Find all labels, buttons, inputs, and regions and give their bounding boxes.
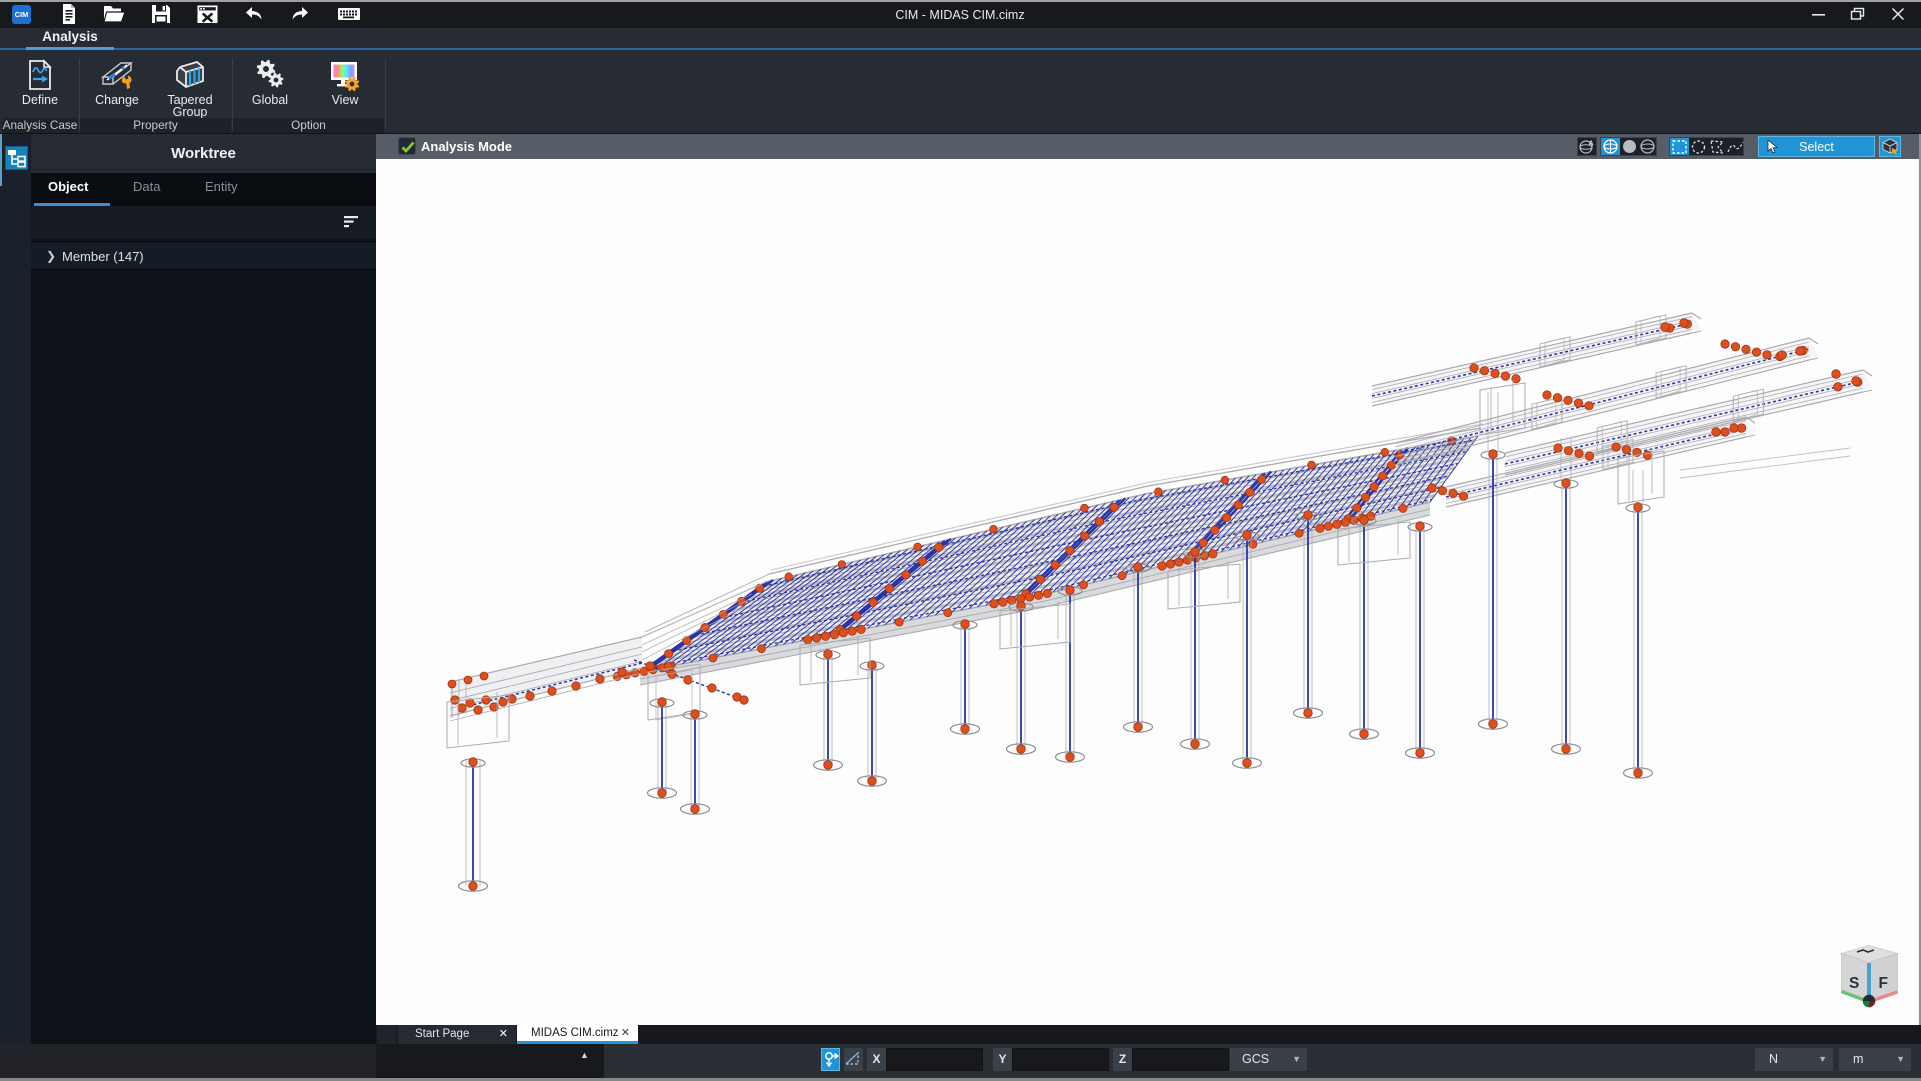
svg-text:A: A xyxy=(1589,141,1594,148)
svg-text:F: F xyxy=(1879,975,1888,992)
svg-text:S: S xyxy=(1849,975,1859,992)
